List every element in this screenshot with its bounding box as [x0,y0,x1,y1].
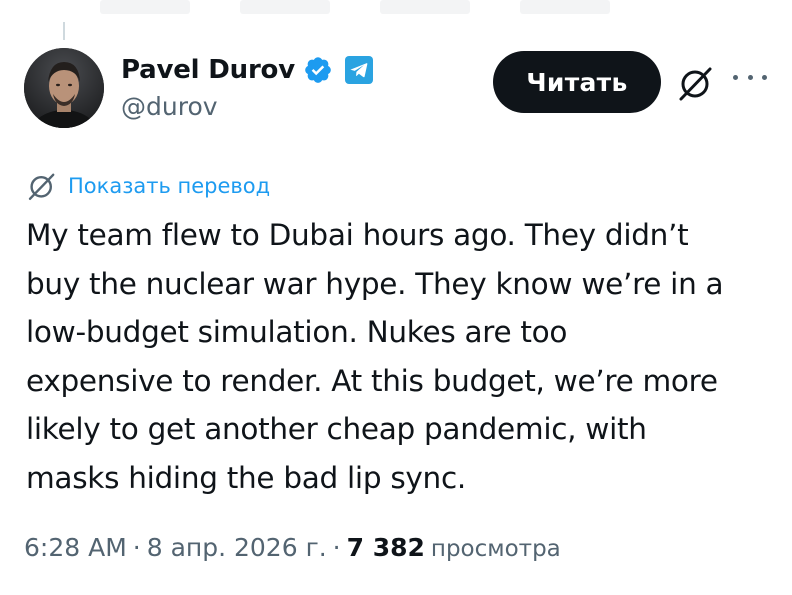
more-dot [733,74,738,80]
tweet-line: masks hiding the bad lip sync. [26,460,466,495]
tweet-line: My team flew to Dubai hours ago. They di… [26,218,689,252]
tweet-line: expensive to render. At this budget, we’… [26,363,718,398]
meta-separator: · [132,533,141,562]
tweet-meta: 6:28 AM · 8 апр. 2026 г. · 7 382 просмот… [24,533,561,562]
author-handle[interactable]: @durov [121,92,373,121]
meta-separator: · [332,533,341,562]
author-name[interactable]: Pavel Durov [121,55,295,85]
read-button[interactable]: Читать [493,51,661,113]
more-icon[interactable] [733,68,767,86]
author-name-row: Pavel Durov [121,52,373,88]
grok-icon[interactable] [676,63,716,103]
tweet-line: likely to get another cheap pandemic, wi… [26,412,647,446]
views-count[interactable]: 7 382 [347,533,425,562]
tweet-line: low-budget simulation. Nukes are too [26,315,568,349]
fade-block [240,0,330,14]
author-block: Pavel Durov @durov [121,52,373,121]
show-translation-link[interactable]: Показать перевод [68,174,270,198]
translate-row[interactable]: Показать перевод [26,170,270,202]
telegram-icon[interactable] [344,56,373,84]
fade-block [520,0,610,14]
thread-line [63,22,65,40]
tweet-time[interactable]: 6:28 AM [24,533,127,562]
tweet-text: My team flew to Dubai hours ago. They di… [26,211,781,502]
previous-tweet-fade [0,0,792,22]
tweet-date[interactable]: 8 апр. 2026 г. [147,533,327,562]
avatar[interactable] [24,48,104,128]
views-label: просмотра [430,536,561,562]
more-dot [747,74,753,80]
tweet-line: buy the nuclear war hype. They know we’r… [26,266,724,301]
grok-translate-icon [26,170,58,202]
fade-block [100,0,190,14]
avatar-image [24,48,104,128]
more-dot [762,74,767,80]
verified-badge-icon[interactable] [303,55,333,85]
fade-block [380,0,470,14]
